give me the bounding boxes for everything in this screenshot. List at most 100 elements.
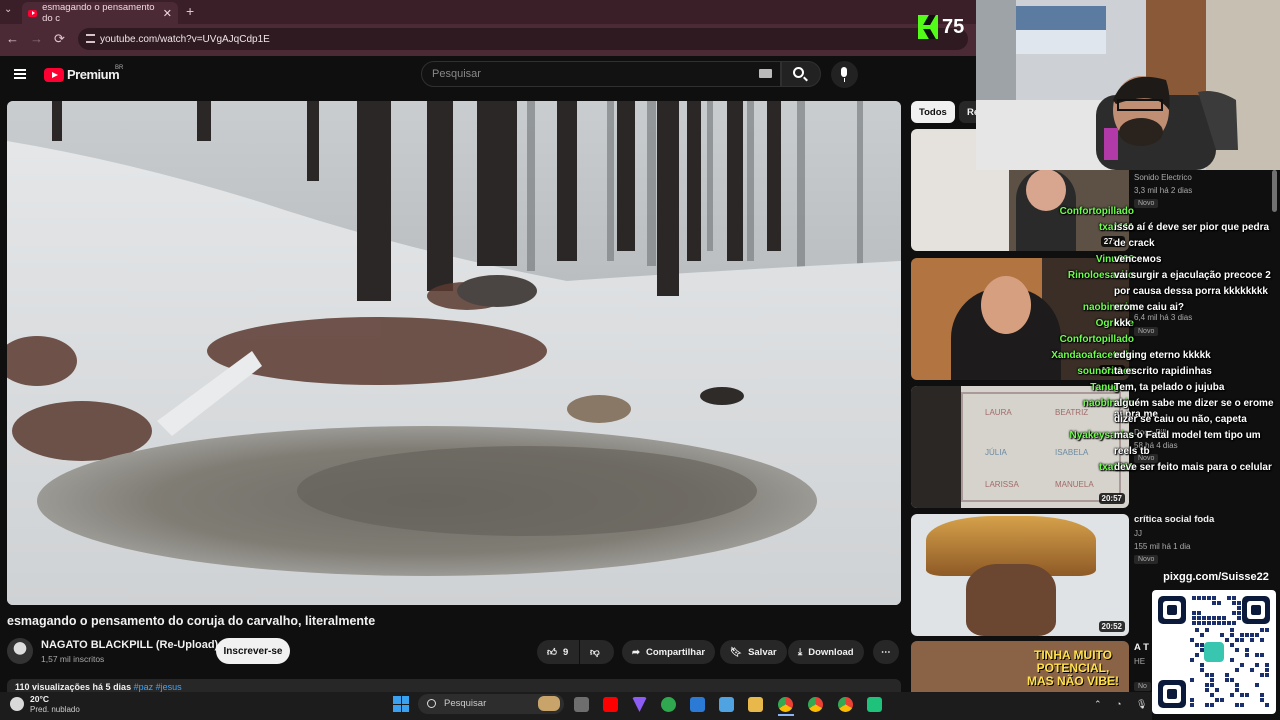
download-icon: ⤓ [798,646,803,658]
video-title: esmagando o pensamento do coruja do carv… [7,614,376,628]
qr-module [1190,703,1194,707]
kick-viewer-counter: 75 [918,15,964,39]
webcam-scene [976,0,1280,170]
board-name: LAURA [985,408,1012,417]
chrome-app-icon[interactable] [778,697,793,712]
qr-module [1212,596,1216,600]
qr-module [1200,633,1204,637]
qr-module [1200,643,1204,647]
xbox-app-icon[interactable] [661,697,676,712]
task-view-icon[interactable] [574,697,589,712]
qr-module [1240,663,1244,667]
qr-module [1235,648,1239,652]
side-video-title[interactable]: crítica social foda [1134,514,1214,525]
hashtags[interactable]: #paz #jesus [134,682,182,692]
weather-description[interactable]: Pred. nublado [30,705,80,714]
qr-module [1205,683,1209,687]
qr-module [1217,601,1221,605]
weather-temperature[interactable]: 20°C [30,694,49,704]
chat-message: reels tb [1114,446,1150,457]
tab-close-icon[interactable]: ✕ [163,7,172,20]
qr-module [1230,628,1234,632]
new-tab-button[interactable]: + [186,3,194,19]
side-channel[interactable]: Sonido Electrico [1134,173,1192,182]
qr-module [1240,693,1244,697]
qr-module [1205,673,1209,677]
qr-module [1205,688,1209,692]
like-button[interactable]: 👍︎ 9 [537,640,579,664]
browser-tab[interactable]: esmagando o pensamento do c ✕ [22,2,178,24]
notepad-app-icon[interactable] [690,697,705,712]
qr-module [1230,643,1234,647]
chat-message: Tem, ta pelado o jujuba [1114,382,1225,393]
qr-module [1220,633,1224,637]
qr-module [1205,703,1209,707]
back-button[interactable]: ← [6,31,19,46]
qr-module [1237,601,1241,605]
side-channel[interactable]: HE [1134,657,1145,666]
site-info-icon[interactable] [86,34,95,43]
share-button[interactable]: ➦ Compartilhar [622,640,716,664]
qr-module [1222,616,1226,620]
subscribe-button[interactable]: Inscrever-se [216,638,290,664]
qr-module [1230,693,1234,697]
new-badge: Novo [1134,327,1159,336]
search-input[interactable]: Pesquisar [421,61,781,87]
file-explorer-icon[interactable] [748,697,763,712]
recommended-thumbnail-4[interactable]: 20:52 [911,514,1129,636]
side-meta: 6,4 mil há 3 dias [1134,313,1193,322]
side-video-title[interactable]: A T [1134,642,1149,653]
qr-module [1265,668,1269,672]
more-actions-button[interactable]: ⋯ [873,640,899,664]
channel-name[interactable]: NAGATO BLACKPILL (Re-Upload) [41,639,218,651]
download-button[interactable]: ⤓ Download [788,640,864,664]
sidebar-scrollbar[interactable] [1272,170,1277,212]
weather-cloud-icon[interactable] [10,697,24,711]
qr-module [1192,596,1196,600]
tab-title: esmagando o pensamento do c [42,2,155,24]
share-arrow-icon: ➦ [632,646,640,658]
qr-module [1210,683,1214,687]
chrome-profile-icon[interactable] [838,697,853,712]
qr-module [1227,596,1231,600]
save-button[interactable]: 🔖︎ Salvar [720,640,787,664]
qr-module [1235,703,1239,707]
tray-network-icon[interactable]: ◔ [1116,699,1121,709]
more-dots-icon: ⋯ [881,646,891,658]
voice-search-mic-icon[interactable] [831,61,858,88]
mail-app-icon[interactable] [719,697,734,712]
logo-text: Premium [67,67,120,82]
qr-module [1235,688,1239,692]
reload-button[interactable]: ⟳ [54,31,65,47]
side-meta: 3,3 mil há 2 dias [1134,186,1193,195]
tray-mic-icon[interactable]: 🎙︎ [1136,699,1147,710]
recommended-thumbnail-5[interactable]: TINHA MUITO POTENCIAL, MAS NÃO VIBE! [911,641,1129,693]
chat-app-icon[interactable] [867,697,882,712]
video-player[interactable] [7,101,901,605]
qr-module [1235,638,1239,642]
qr-module [1190,638,1194,642]
chip-all[interactable]: Todos [911,101,955,123]
chat-username: Confortopillado [1059,206,1134,217]
chat-message: vai surgir a ejaculação precoce 2 [1114,270,1271,281]
dislike-button[interactable]: 👎︎ [580,640,614,664]
channel-avatar[interactable] [7,638,33,664]
youtube-play-icon [44,67,64,82]
windows-start-icon[interactable] [393,696,409,712]
keyboard-icon[interactable] [759,69,772,78]
youtube-premium-logo[interactable]: Premium BR [44,65,123,82]
qr-module [1265,628,1269,632]
tab-list-chevron-icon[interactable]: ⌄ [4,4,12,15]
forward-button[interactable]: → [30,31,43,46]
youtube-app-icon[interactable] [603,697,618,712]
chat-message: ta escrito rapidinhas [1114,366,1212,377]
address-bar[interactable]: youtube.com/watch?v=UVgAJqCdp1E [78,28,968,50]
chrome-profile-icon[interactable] [808,697,823,712]
views-and-date: 110 visualizações há 5 dias [15,682,132,692]
tray-chevron-icon[interactable]: ⌃ [1094,699,1102,710]
hamburger-menu-icon[interactable] [14,69,26,79]
donation-url: pixgg.com/Suisse22 [1152,565,1280,589]
side-meta: 155 mil há 1 dia [1134,542,1191,551]
qr-module [1260,698,1264,702]
side-channel[interactable]: JJ [1134,529,1142,538]
